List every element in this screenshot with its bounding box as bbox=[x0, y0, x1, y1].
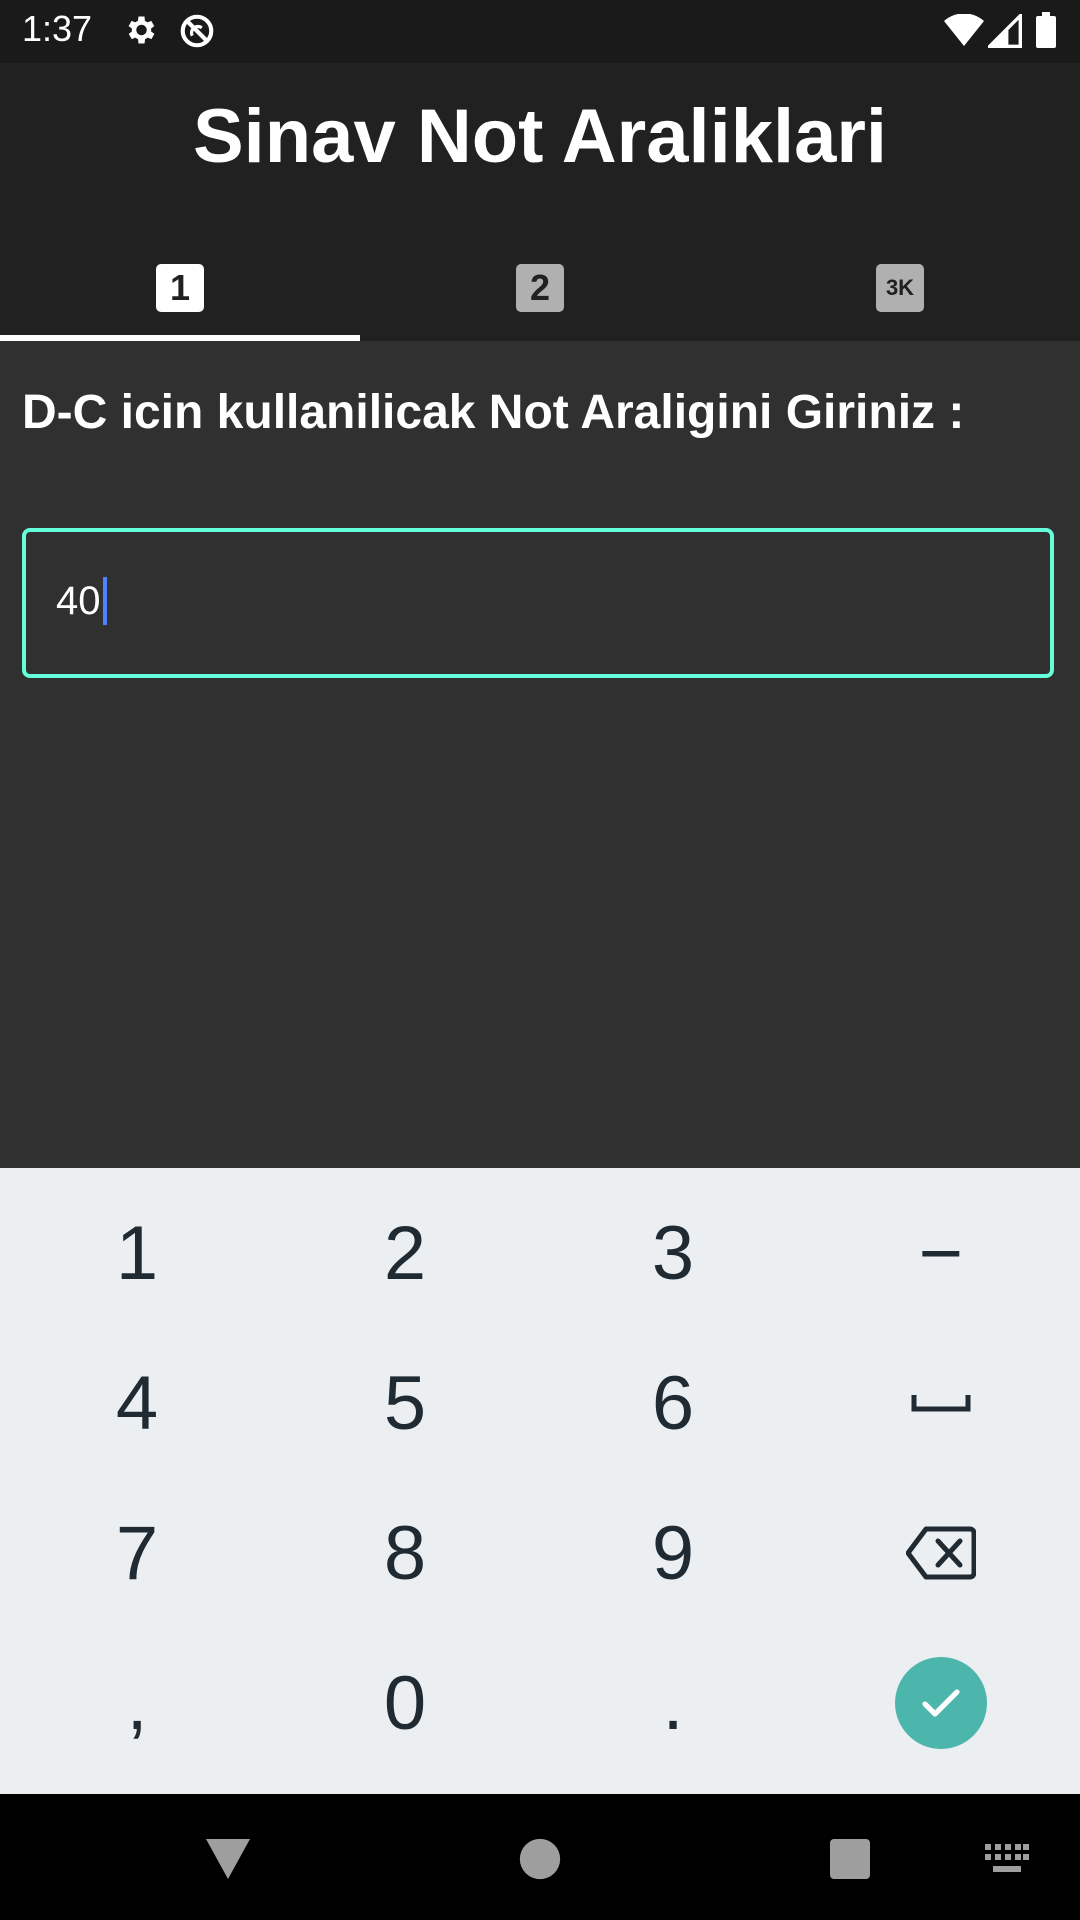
tab-indicator bbox=[0, 335, 360, 341]
backspace-icon bbox=[906, 1526, 976, 1580]
tab-3k[interactable]: 3K bbox=[720, 238, 1080, 338]
text-caret bbox=[102, 577, 107, 625]
back-icon[interactable] bbox=[193, 1824, 263, 1894]
key-7[interactable]: 7 bbox=[12, 1478, 262, 1628]
tab-1[interactable]: 1 bbox=[0, 238, 360, 338]
status-bar: 1:37 bbox=[0, 0, 1080, 63]
key-minus[interactable]: − bbox=[816, 1178, 1066, 1328]
home-icon[interactable] bbox=[505, 1824, 575, 1894]
numeric-keyboard: 1 2 3 − 4 5 6 7 8 9 , 0 . bbox=[0, 1168, 1080, 1794]
key-backspace[interactable] bbox=[816, 1478, 1066, 1628]
key-2[interactable]: 2 bbox=[280, 1178, 530, 1328]
battery-icon bbox=[1036, 12, 1056, 52]
number-3k-icon: 3K bbox=[876, 264, 924, 312]
number-2-icon: 2 bbox=[516, 264, 564, 312]
key-comma[interactable]: , bbox=[12, 1628, 262, 1778]
key-done[interactable] bbox=[816, 1628, 1066, 1778]
gear-icon bbox=[122, 12, 158, 52]
done-button[interactable] bbox=[895, 1657, 987, 1749]
key-8[interactable]: 8 bbox=[280, 1478, 530, 1628]
key-0[interactable]: 0 bbox=[280, 1628, 530, 1778]
navigation-bar bbox=[0, 1794, 1080, 1920]
keyboard-switch-icon[interactable] bbox=[972, 1824, 1042, 1894]
input-value-wrap: 40 bbox=[56, 577, 107, 625]
app-title: Sinav Not Araliklari bbox=[192, 94, 888, 179]
key-5[interactable]: 5 bbox=[280, 1328, 530, 1478]
wifi-icon bbox=[944, 13, 984, 52]
key-1[interactable]: 1 bbox=[12, 1178, 262, 1328]
prompt-label: D-C icin kullanilicak Not Araligini Giri… bbox=[22, 386, 965, 439]
status-time: 1:37 bbox=[22, 8, 93, 49]
key-4[interactable]: 4 bbox=[12, 1328, 262, 1478]
key-6[interactable]: 6 bbox=[548, 1328, 798, 1478]
number-1-icon: 1 bbox=[156, 264, 204, 312]
key-period[interactable]: . bbox=[548, 1628, 798, 1778]
space-icon bbox=[911, 1395, 971, 1412]
key-space[interactable] bbox=[816, 1328, 1066, 1478]
key-3[interactable]: 3 bbox=[548, 1178, 798, 1328]
checkmark-icon bbox=[922, 1689, 960, 1717]
cell-signal-icon bbox=[985, 11, 1022, 52]
input-value: 40 bbox=[56, 578, 101, 623]
app-bar: Sinav Not Araliklari 1 2 3K bbox=[0, 63, 1080, 341]
recents-icon[interactable] bbox=[815, 1824, 885, 1894]
grade-range-input[interactable]: 40 bbox=[22, 528, 1054, 678]
key-9[interactable]: 9 bbox=[548, 1478, 798, 1628]
tab-2[interactable]: 2 bbox=[360, 238, 720, 338]
no-sync-icon bbox=[178, 12, 216, 54]
